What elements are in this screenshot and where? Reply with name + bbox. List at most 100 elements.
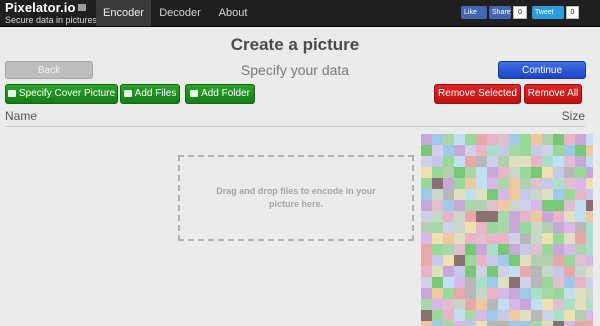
mosaic-pixel [476, 233, 487, 244]
share-count: 0 [513, 6, 527, 19]
tab-decoder[interactable]: Decoder [151, 0, 209, 26]
mosaic-pixel [454, 288, 465, 299]
remove-all-button[interactable]: Remove All [524, 84, 582, 104]
mosaic-pixel [542, 167, 553, 178]
mosaic-pixel [476, 277, 487, 288]
mosaic-pixel [465, 288, 476, 299]
mosaic-pixel [509, 189, 520, 200]
mosaic-pixel [443, 310, 454, 321]
continue-button[interactable]: Continue [498, 61, 586, 79]
mosaic-pixel [564, 145, 575, 156]
mosaic-pixel [564, 167, 575, 178]
mosaic-pixel [454, 310, 465, 321]
pixel-mosaic [421, 134, 593, 326]
mosaic-pixel [586, 211, 593, 222]
mosaic-pixel [498, 211, 509, 222]
mosaic-pixel [476, 310, 487, 321]
mosaic-pixel [586, 288, 593, 299]
add-files-button[interactable]: Add Files [120, 84, 180, 104]
mosaic-pixel [586, 321, 593, 326]
back-button[interactable]: Back [5, 61, 93, 79]
top-navbar: Pixelator.io Secure data in pictures Enc… [0, 0, 600, 27]
facebook-like-button[interactable]: Like [461, 6, 487, 19]
mosaic-pixel [553, 321, 564, 326]
mosaic-pixel [509, 156, 520, 167]
mosaic-pixel [421, 178, 432, 189]
mosaic-pixel [520, 266, 531, 277]
mosaic-pixel [575, 178, 586, 189]
mosaic-pixel [476, 167, 487, 178]
mosaic-pixel [586, 310, 593, 321]
mosaic-pixel [454, 211, 465, 222]
column-size[interactable]: Size [562, 109, 585, 123]
mosaic-pixel [564, 178, 575, 189]
mosaic-pixel [421, 156, 432, 167]
remove-selected-button[interactable]: Remove Selected [434, 84, 521, 104]
tab-about[interactable]: About [209, 0, 257, 26]
mosaic-pixel [498, 134, 509, 145]
mosaic-pixel [531, 277, 542, 288]
mosaic-pixel [531, 266, 542, 277]
mosaic-pixel [476, 156, 487, 167]
mosaic-pixel [542, 200, 553, 211]
mosaic-pixel [575, 222, 586, 233]
mosaic-pixel [432, 255, 443, 266]
mosaic-pixel [509, 222, 520, 233]
file-icon [123, 90, 132, 97]
mosaic-pixel [520, 189, 531, 200]
mosaic-pixel [421, 321, 432, 326]
mosaic-pixel [498, 145, 509, 156]
mosaic-pixel [520, 134, 531, 145]
mosaic-pixel [564, 255, 575, 266]
mosaic-pixel [432, 134, 443, 145]
mosaic-pixel [542, 134, 553, 145]
mosaic-pixel [432, 310, 443, 321]
mosaic-pixel [520, 167, 531, 178]
mosaic-pixel [443, 244, 454, 255]
mosaic-pixel [454, 321, 465, 326]
mosaic-pixel [443, 266, 454, 277]
mosaic-pixel [509, 310, 520, 321]
mosaic-pixel [575, 189, 586, 200]
facebook-share-button[interactable]: Share [489, 6, 511, 19]
mosaic-pixel [454, 200, 465, 211]
mosaic-pixel [542, 299, 553, 310]
mosaic-pixel [476, 244, 487, 255]
mosaic-pixel [498, 266, 509, 277]
mosaic-pixel [498, 244, 509, 255]
mosaic-pixel [465, 156, 476, 167]
column-name[interactable]: Name [5, 109, 37, 123]
tweet-button[interactable]: Tweet [532, 6, 564, 19]
mosaic-pixel [586, 266, 593, 277]
mosaic-pixel [509, 233, 520, 244]
mosaic-pixel [465, 178, 476, 189]
mosaic-pixel [498, 200, 509, 211]
mosaic-pixel [575, 211, 586, 222]
tab-encoder[interactable]: Encoder [96, 0, 151, 26]
mosaic-pixel [564, 134, 575, 145]
mosaic-pixel [575, 255, 586, 266]
mosaic-pixel [542, 156, 553, 167]
specify-cover-picture-button[interactable]: Specify Cover Picture [5, 84, 118, 104]
mosaic-pixel [564, 200, 575, 211]
cover-picture-preview [421, 134, 593, 326]
folder-icon [190, 90, 199, 97]
mosaic-pixel [553, 167, 564, 178]
file-dropzone[interactable]: Drag and drop files to encode in your pi… [178, 155, 414, 241]
mosaic-pixel [432, 233, 443, 244]
add-folder-button[interactable]: Add Folder [185, 84, 255, 104]
brand[interactable]: Pixelator.io Secure data in pictures [5, 1, 97, 26]
mosaic-pixel [443, 255, 454, 266]
mosaic-pixel [432, 211, 443, 222]
mosaic-pixel [487, 288, 498, 299]
mosaic-pixel [476, 222, 487, 233]
mosaic-pixel [520, 288, 531, 299]
mosaic-pixel [520, 156, 531, 167]
mosaic-pixel [553, 156, 564, 167]
mosaic-pixel [575, 156, 586, 167]
mosaic-pixel [509, 288, 520, 299]
mosaic-pixel [553, 200, 564, 211]
mosaic-pixel [575, 299, 586, 310]
mosaic-pixel [454, 266, 465, 277]
mosaic-pixel [542, 189, 553, 200]
